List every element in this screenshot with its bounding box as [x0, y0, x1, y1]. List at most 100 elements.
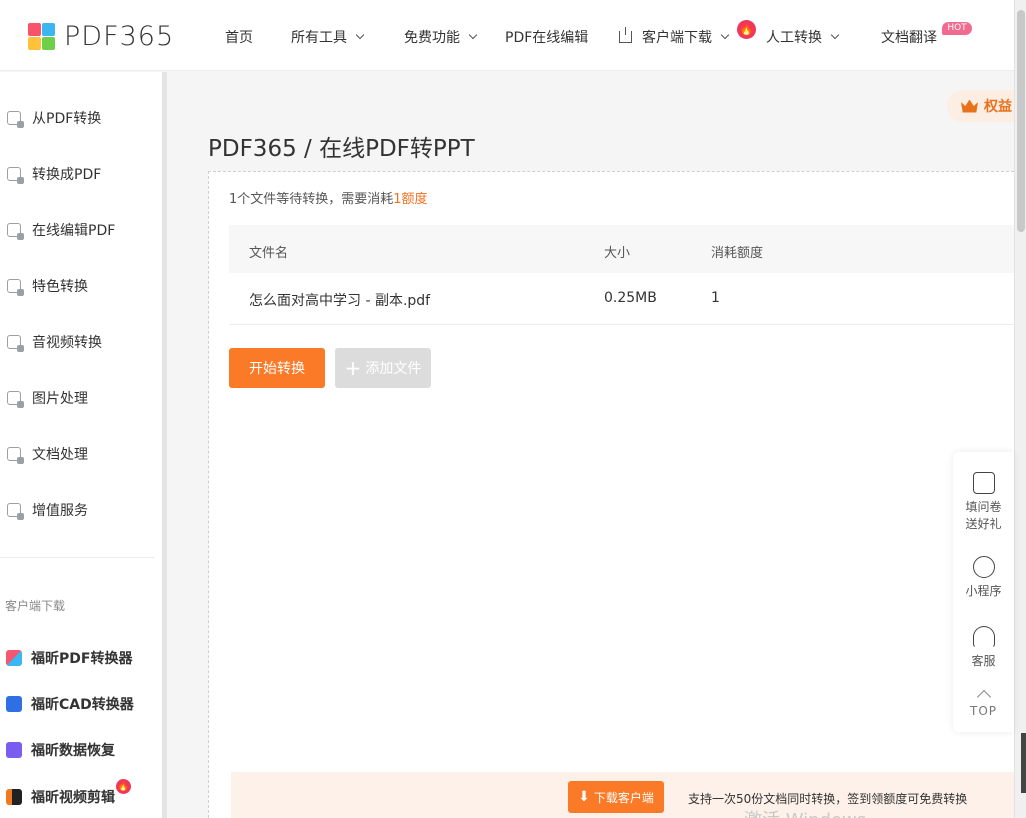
survey-edit-icon — [972, 472, 995, 494]
app-cad-converter[interactable]: 福昕CAD转换器 — [0, 694, 134, 714]
headset-icon — [972, 626, 995, 648]
sidebar-item-to-pdf[interactable]: 转换成PDF — [0, 162, 101, 186]
file-size: 0.25MB — [604, 290, 657, 306]
sidebar-item-label: 增值服务 — [32, 503, 88, 519]
table-row: 怎么面对高中学习 - 副本.pdf 0.25MB 1 — [229, 273, 1014, 325]
sidebar-item-label: 图片处理 — [32, 391, 88, 407]
nav-manual-convert[interactable]: 人工转换 — [766, 27, 840, 47]
app-label: 福昕视频剪辑 — [31, 790, 115, 806]
sidebar-item-label: 音视频转换 — [32, 335, 102, 351]
hot-badge: HOT — [942, 22, 972, 35]
chevron-down-icon — [355, 30, 365, 40]
sidebar-item-from-pdf[interactable]: 从PDF转换 — [0, 106, 101, 130]
download-client-label: 下载客户端 — [593, 790, 654, 805]
app-label: 福昕CAD转换器 — [31, 697, 134, 713]
list-service-icon — [7, 503, 24, 520]
file-name: 怎么面对高中学习 - 副本.pdf — [249, 293, 431, 309]
plus-icon: + — [344, 356, 362, 380]
page-title: PDF365 / 在线PDF转PPT — [208, 136, 475, 162]
nav-free-features-label: 免费功能 — [404, 30, 460, 46]
media-convert-icon — [7, 335, 24, 352]
sidebar-item-label: 文档处理 — [32, 447, 88, 463]
chevron-down-icon — [720, 30, 730, 40]
edit-pdf-icon — [7, 223, 24, 240]
mini-program-button[interactable]: 小程序 — [953, 556, 1014, 599]
download-icon — [619, 27, 632, 43]
nav-all-tools-label: 所有工具 — [291, 30, 347, 46]
data-recovery-app-icon — [6, 742, 22, 758]
file-cost: 1 — [711, 290, 720, 306]
arrow-up-icon — [976, 689, 991, 705]
app-video-editor[interactable]: 福昕视频剪辑 — [0, 787, 115, 807]
fire-badge-icon: 🔥 — [116, 779, 131, 794]
add-file-label: 添加文件 — [365, 361, 422, 377]
crown-icon — [961, 99, 978, 113]
nav-free-features[interactable]: 免费功能 — [404, 27, 478, 47]
download-client-button[interactable]: ⬇ 下载客户端 — [568, 781, 664, 813]
nav-client-download-label: 客户端下载 — [642, 30, 712, 46]
feature-shield-icon — [7, 279, 24, 296]
pdf-from-icon — [7, 111, 24, 128]
sidebar-section-title: 客户端下载 — [5, 599, 66, 613]
nav-pdf-edit-online-label: PDF在线编辑 — [505, 30, 589, 46]
benefit-tab[interactable]: 权益 — [947, 90, 1014, 122]
notice-text: 1个文件等待转换，需要消耗 — [229, 192, 394, 207]
app-label: 福昕数据恢复 — [31, 743, 115, 759]
column-header-cost: 消耗额度 — [711, 246, 764, 261]
sidebar-item-label: 从PDF转换 — [32, 111, 102, 127]
nav-doc-translate[interactable]: 文档翻译 — [881, 27, 937, 47]
notice-highlight: 1额度 — [393, 192, 428, 207]
survey-gift-button[interactable]: 填问卷 送好礼 — [953, 472, 1014, 532]
pdf-to-icon — [7, 167, 24, 184]
add-file-button[interactable]: + 添加文件 — [335, 348, 431, 388]
app-data-recovery[interactable]: 福昕数据恢复 — [0, 740, 115, 760]
sidebar-item-image[interactable]: 图片处理 — [0, 386, 88, 410]
nav-pdf-edit-online[interactable]: PDF在线编辑 — [505, 27, 588, 47]
customer-service-button[interactable]: 客服 — [953, 626, 1014, 669]
download-arrow-icon: ⬇ — [578, 789, 590, 805]
cad-converter-app-icon — [6, 696, 22, 712]
promo-text: 支持一次50份文档同时转换，签到领额度可免费转换 — [688, 792, 968, 806]
top-header: PDF365 首页 所有工具 免费功能 PDF在线编辑 客户端下载 🔥 人工转换… — [0, 0, 1014, 71]
sidebar-item-label: 在线编辑PDF — [32, 223, 116, 239]
nav-client-download[interactable]: 客户端下载 — [619, 27, 730, 47]
pdf-converter-app-icon — [6, 650, 22, 666]
floating-toolbar: 填问卷 送好礼 小程序 客服 TOP — [953, 452, 1014, 732]
sidebar-item-document[interactable]: 文档处理 — [0, 442, 88, 466]
customer-service-label: 客服 — [971, 654, 996, 668]
sidebar-item-media[interactable]: 音视频转换 — [0, 330, 102, 354]
sidebar-item-service[interactable]: 增值服务 — [0, 498, 88, 522]
start-convert-button[interactable]: 开始转换 — [229, 348, 325, 388]
top-label: TOP — [969, 704, 997, 718]
video-editor-app-icon — [6, 789, 22, 805]
fire-badge-icon: 🔥 — [737, 20, 756, 39]
convert-notice: 1个文件等待转换，需要消耗1额度 — [229, 188, 428, 207]
chevron-down-icon — [830, 30, 840, 40]
page-scrollbar[interactable] — [1014, 0, 1026, 818]
nav-home[interactable]: 首页 — [225, 27, 253, 47]
file-table-header: 文件名 大小 消耗额度 — [229, 225, 1014, 273]
chevron-down-icon — [468, 30, 478, 40]
main-nav: 首页 所有工具 免费功能 PDF在线编辑 客户端下载 🔥 人工转换 文档翻译 H… — [0, 0, 1014, 71]
secondary-scroll-handle[interactable] — [1021, 733, 1026, 793]
benefit-label: 权益 — [984, 99, 1012, 115]
image-process-icon — [7, 391, 24, 408]
back-to-top-button[interactable]: TOP — [953, 689, 1014, 718]
survey-label-line1: 填问卷 — [965, 500, 1002, 514]
sidebar-item-feature[interactable]: 特色转换 — [0, 274, 88, 298]
sidebar-item-edit-pdf[interactable]: 在线编辑PDF — [0, 218, 115, 242]
nav-all-tools[interactable]: 所有工具 — [291, 27, 365, 47]
scrollbar-thumb[interactable] — [1017, 10, 1025, 232]
survey-label-line2: 送好礼 — [965, 517, 1002, 531]
app-pdf-converter[interactable]: 福昕PDF转换器 — [0, 648, 132, 668]
document-icon — [7, 447, 24, 464]
nav-manual-convert-label: 人工转换 — [766, 30, 822, 46]
nav-home-label: 首页 — [225, 30, 253, 46]
mini-program-label: 小程序 — [965, 584, 1002, 598]
sidebar-item-label: 转换成PDF — [32, 167, 102, 183]
sidebar-scrollbar[interactable] — [162, 72, 167, 818]
column-header-size: 大小 — [604, 246, 631, 261]
mini-program-icon — [972, 556, 995, 578]
column-header-name: 文件名 — [249, 246, 289, 261]
windows-activation-watermark: 激活 Windows — [744, 806, 866, 818]
